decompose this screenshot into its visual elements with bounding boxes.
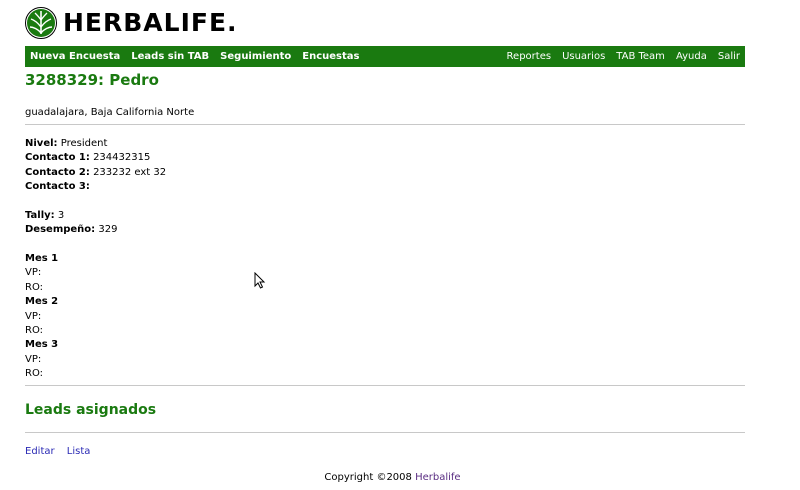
ro-label: RO: [25,324,44,336]
desempeno-value: 329 [98,224,118,236]
brand-name: HERBALIFE. [63,8,238,37]
contacto-2-label: Contacto 2: [25,166,90,178]
nav-left-group: Nueva Encuesta Leads sin TAB Seguimiento… [25,51,365,62]
leads-section-title: Leads asignados [25,402,157,418]
nav-item-encuestas[interactable]: Encuestas [302,51,359,62]
nav-item-usuarios[interactable]: Usuarios [562,51,605,62]
month-title: Mes 1 [25,252,58,266]
desempeno-label: Desempeño: [25,224,96,236]
month-3-vp-row: VP: [25,353,58,367]
edit-link[interactable]: Editar [25,446,55,457]
ro-label: RO: [25,281,44,293]
footer-copyright: Copyright ©2008 Herbalife [0,472,785,483]
page-title: 3288329: Pedro [25,71,159,89]
nivel-label: Nivel: [25,138,58,149]
ro-label: RO: [25,368,44,380]
contacto-1-row: Contacto 1: 234432315 [25,151,166,165]
nav-item-nueva-encuesta[interactable]: Nueva Encuesta [30,51,120,62]
nav-item-leads-sin-tab[interactable]: Leads sin TAB [131,51,209,62]
tally-row: Tally: 3 [25,209,117,223]
nav-item-seguimiento[interactable]: Seguimiento [220,51,291,62]
nav-item-tab-team[interactable]: TAB Team [616,51,665,62]
contacto-3-label: Contacto 3: [25,181,90,193]
location-text: guadalajara, Baja California Norte [25,107,195,118]
vp-label: VP: [25,267,42,279]
tally-value: 3 [57,210,65,221]
month-2-vp-row: VP: [25,310,58,324]
mouse-pointer-icon [254,272,266,289]
nav-item-ayuda[interactable]: Ayuda [676,51,707,62]
nav-right-group: Reportes Usuarios TAB Team Ayuda Salir [501,51,745,62]
herbalife-leaf-logo-icon [25,7,57,39]
tally-label: Tally: [25,210,55,221]
month-2-title: Mes 2 [25,296,59,308]
vp-label: VP: [25,353,42,365]
nivel-row: Nivel: President [25,137,166,151]
action-links: Editar Lista [25,446,99,457]
performance-block: Tally: 3 Desempeño: 329 [25,209,117,238]
month-1-title: Mes 1 [25,253,59,264]
list-link[interactable]: Lista [67,446,91,457]
month-2-ro-row: RO: [25,324,58,338]
contacto-3-row: Contacto 3: [25,180,166,194]
divider [25,124,745,125]
months-block: Mes 1 VP: RO: Mes 2 VP: RO: Mes 3 VP: RO… [25,252,58,382]
nav-item-reportes[interactable]: Reportes [507,51,552,62]
divider [25,385,745,386]
month-1-ro-row: RO: [25,281,58,295]
month-3-ro-row: RO: [25,367,58,381]
contacto-2-value: 233232 ext 32 [93,166,167,178]
main-nav-bar: Nueva Encuesta Leads sin TAB Seguimiento… [25,46,745,67]
desempeno-row: Desempeño: 329 [25,223,117,237]
month-1-vp-row: VP: [25,266,58,280]
divider [25,432,745,433]
month-3-title: Mes 3 [25,339,59,351]
herbalife-footer-link[interactable]: Herbalife [415,472,461,483]
month-title: Mes 2 [25,295,58,309]
vp-label: VP: [25,310,42,322]
month-title: Mes 3 [25,338,58,352]
brand-logo[interactable]: HERBALIFE. [25,7,238,39]
nivel-value: President [60,138,108,149]
contacto-1-value: 234432315 [93,152,151,164]
detail-block: Nivel: President Contacto 1: 234432315 C… [25,137,166,195]
contacto-1-label: Contacto 1: [25,152,90,164]
nav-item-salir[interactable]: Salir [718,51,740,62]
contacto-2-row: Contacto 2: 233232 ext 32 [25,166,166,180]
copyright-text: Copyright ©2008 [324,472,412,483]
